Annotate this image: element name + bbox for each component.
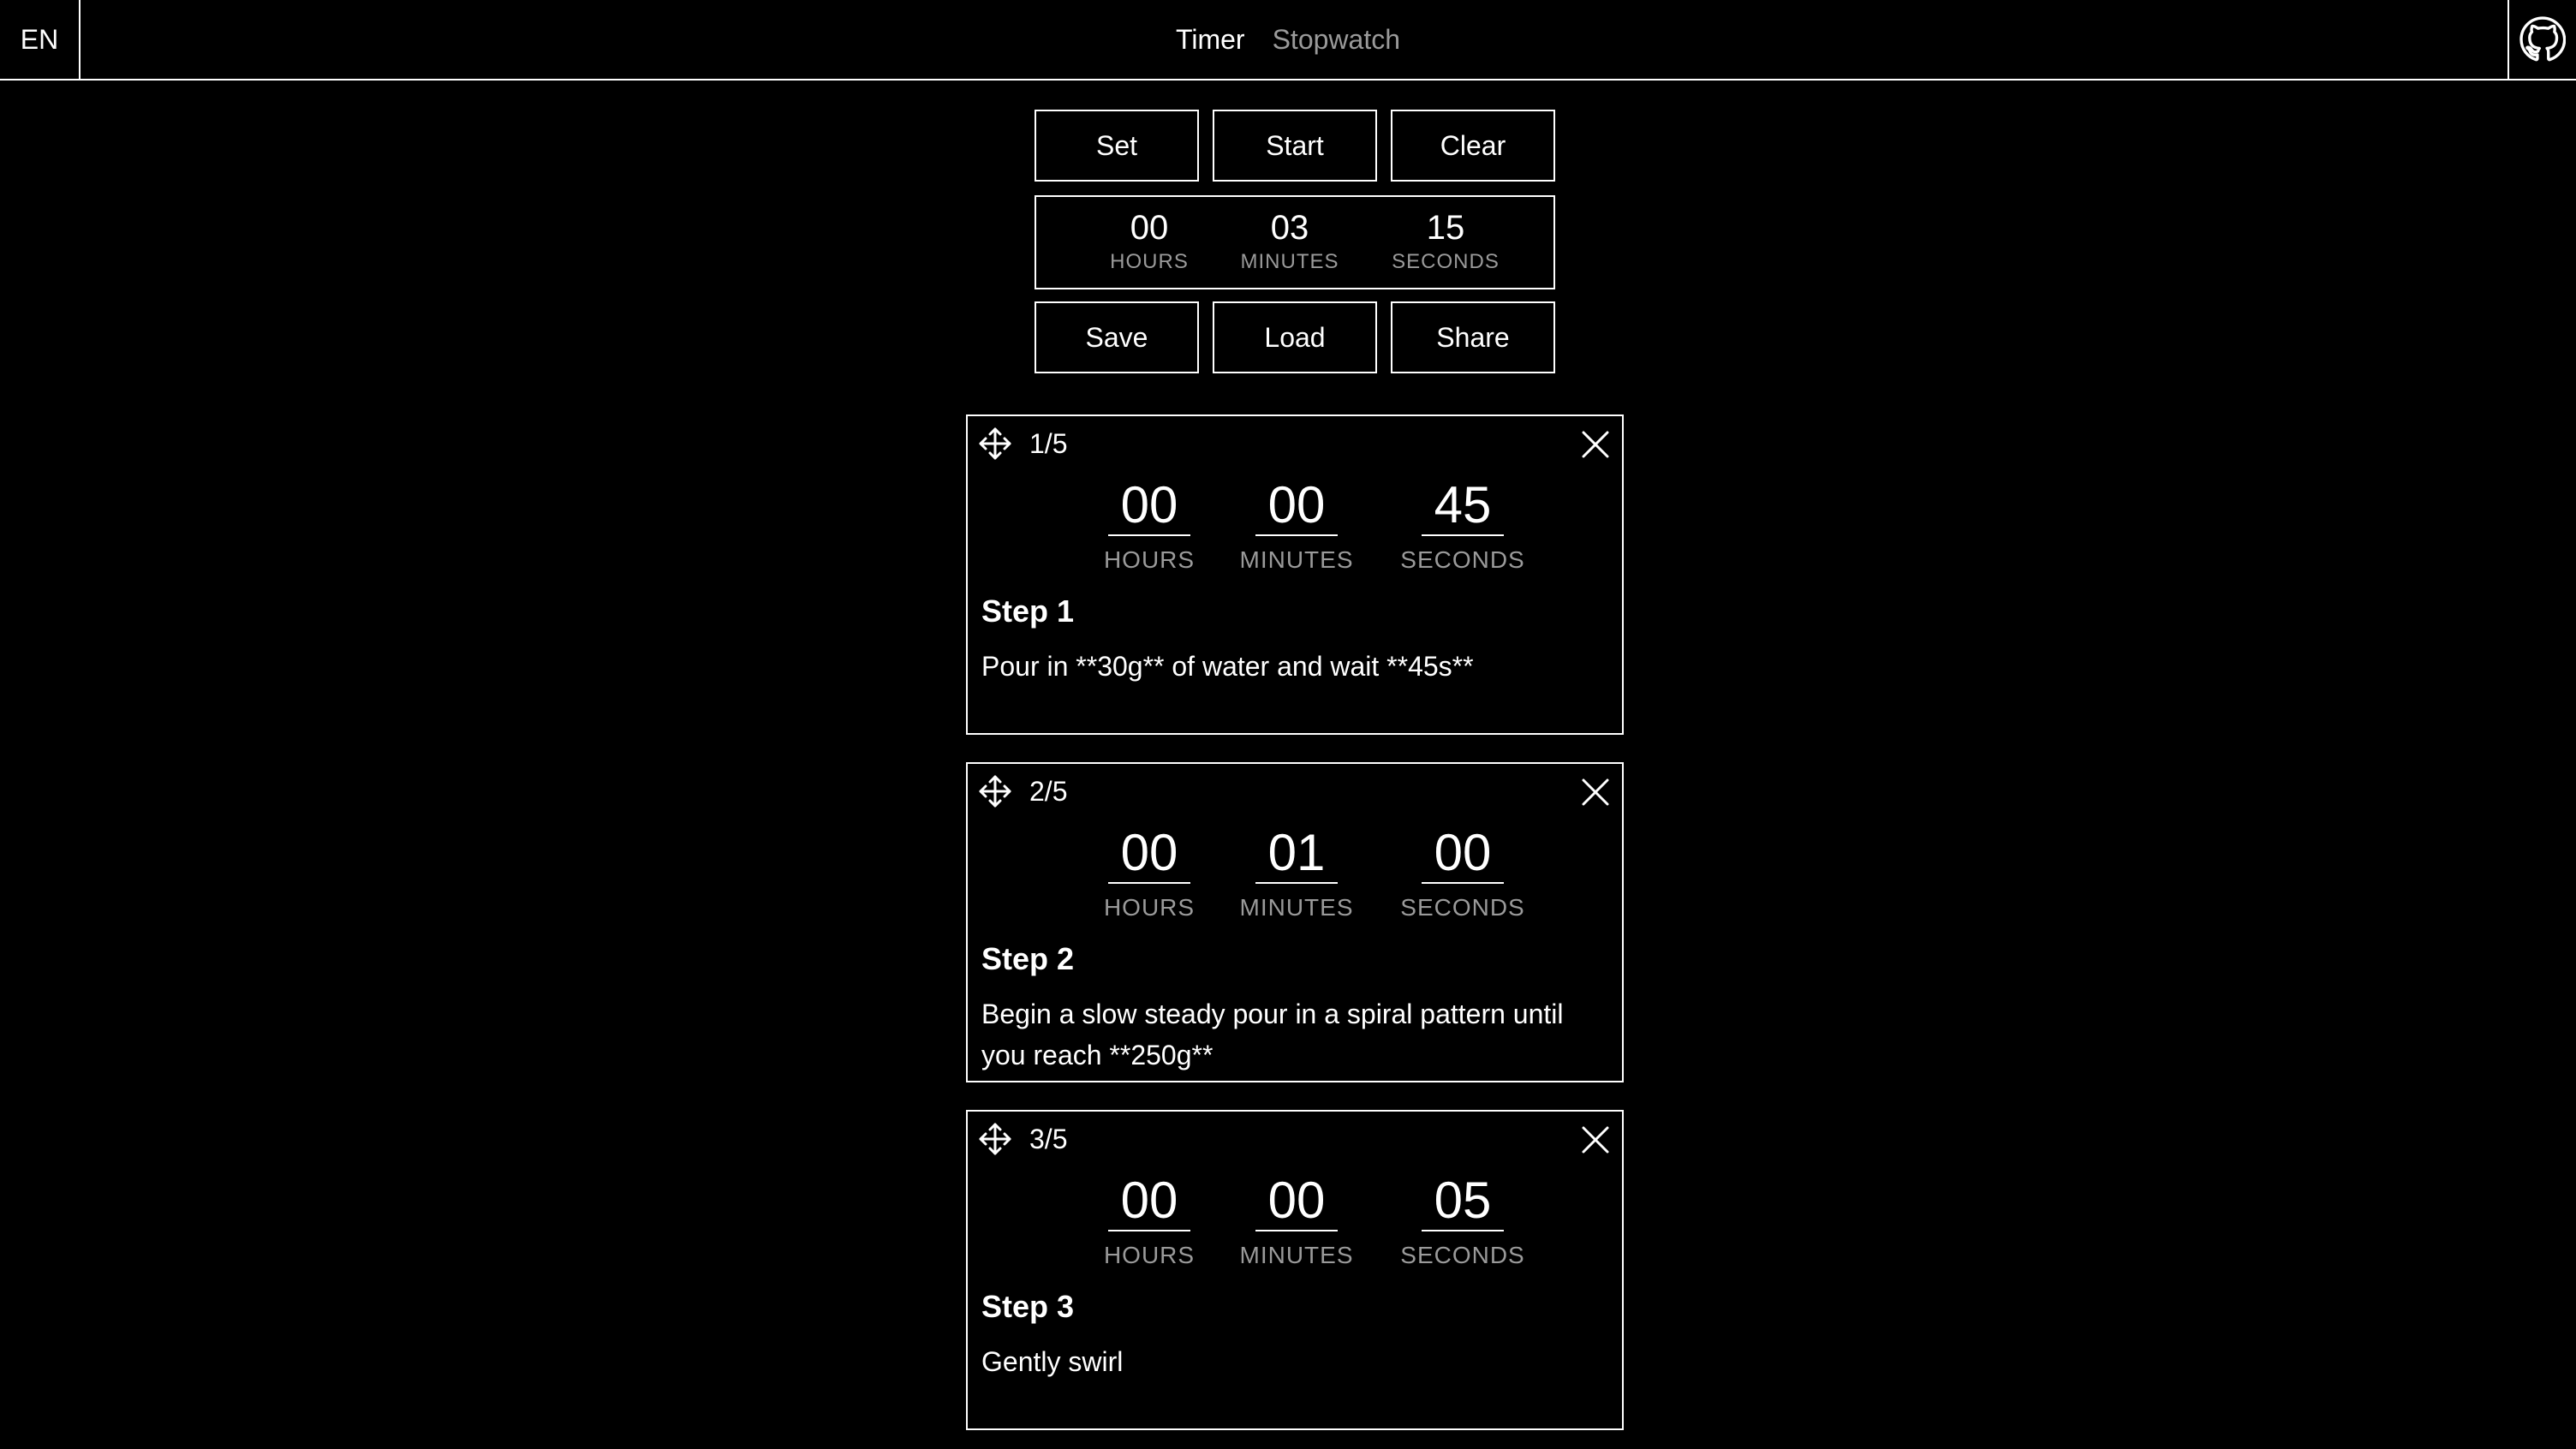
step-title[interactable]: Step 3 — [981, 1288, 1074, 1326]
load-button[interactable]: Load — [1213, 301, 1377, 373]
github-link[interactable] — [2507, 0, 2576, 79]
step-seconds-input[interactable]: 05 — [1422, 1172, 1504, 1231]
total-seconds-value: 15 — [1426, 209, 1465, 247]
step-hours: 00 HOURS — [1072, 1172, 1226, 1269]
step-position: 2/5 — [1029, 776, 1068, 807]
step-seconds: 00 SECONDS — [1386, 824, 1540, 921]
minutes-label: MINUTES — [1239, 546, 1354, 573]
save-button[interactable]: Save — [1035, 301, 1199, 373]
step-description[interactable]: Pour in **30g** of water and wait **45s*… — [981, 646, 1607, 687]
hours-label: HOURS — [1103, 546, 1196, 573]
seconds-label: SECONDS — [1400, 1242, 1525, 1268]
step-seconds: 45 SECONDS — [1386, 476, 1540, 574]
step-card: 2/5 00 HOURS 01 MINUTES 00 SECONDS Step … — [966, 762, 1624, 1082]
timer-controls: Set Start Clear — [1035, 110, 1555, 182]
total-seconds-label: SECONDS — [1392, 250, 1500, 273]
step-position: 1/5 — [1029, 428, 1068, 459]
step-seconds-input[interactable]: 45 — [1422, 476, 1504, 536]
close-icon[interactable] — [1581, 1125, 1610, 1154]
total-minutes-label: MINUTES — [1240, 250, 1339, 273]
total-hours: 00 HOURS — [1089, 206, 1209, 274]
seconds-label: SECONDS — [1400, 546, 1525, 573]
step-seconds: 05 SECONDS — [1386, 1172, 1540, 1269]
step-minutes: 00 MINUTES — [1219, 476, 1374, 574]
move-handle-icon[interactable] — [978, 774, 1012, 808]
move-handle-icon[interactable] — [978, 1122, 1012, 1156]
minutes-label: MINUTES — [1239, 894, 1354, 921]
clear-button[interactable]: Clear — [1391, 110, 1555, 182]
hours-label: HOURS — [1103, 1242, 1196, 1268]
tab-timer[interactable]: Timer — [1176, 24, 1245, 56]
move-handle-icon[interactable] — [978, 426, 1012, 461]
step-minutes: 00 MINUTES — [1219, 1172, 1374, 1269]
step-title[interactable]: Step 1 — [981, 593, 1074, 630]
minutes-label: MINUTES — [1239, 1242, 1354, 1268]
github-icon — [2519, 16, 2566, 62]
total-seconds: 15 SECONDS — [1386, 206, 1506, 274]
step-description[interactable]: Begin a slow steady pour in a spiral pat… — [981, 993, 1607, 1076]
step-hours-input[interactable]: 00 — [1108, 476, 1190, 536]
seconds-label: SECONDS — [1400, 894, 1525, 921]
top-bar: EN Timer Stopwatch — [0, 0, 2576, 80]
step-card: 1/5 00 HOURS 00 MINUTES 45 SECONDS Step … — [966, 414, 1624, 735]
tab-stopwatch[interactable]: Stopwatch — [1273, 24, 1400, 56]
total-time-display: 00 HOURS 03 MINUTES 15 SECONDS — [1035, 195, 1555, 289]
step-minutes-input[interactable]: 00 — [1255, 476, 1338, 536]
start-button[interactable]: Start — [1213, 110, 1377, 182]
total-hours-label: HOURS — [1110, 250, 1189, 273]
step-hours: 00 HOURS — [1072, 824, 1226, 921]
step-minutes-input[interactable]: 00 — [1255, 1172, 1338, 1231]
step-position: 3/5 — [1029, 1124, 1068, 1154]
total-minutes: 03 MINUTES — [1230, 206, 1350, 274]
set-button[interactable]: Set — [1035, 110, 1199, 182]
preset-controls: Save Load Share — [1035, 301, 1555, 373]
step-minutes-input[interactable]: 01 — [1255, 824, 1338, 884]
total-hours-value: 00 — [1130, 209, 1169, 247]
step-card: 3/5 00 HOURS 00 MINUTES 05 SECONDS Step … — [966, 1110, 1624, 1430]
step-hours-input[interactable]: 00 — [1108, 824, 1190, 884]
step-description[interactable]: Gently swirl — [981, 1341, 1607, 1382]
step-minutes: 01 MINUTES — [1219, 824, 1374, 921]
step-title[interactable]: Step 2 — [981, 940, 1074, 978]
step-hours: 00 HOURS — [1072, 476, 1226, 574]
mode-tabs: Timer Stopwatch — [0, 0, 2576, 79]
step-hours-input[interactable]: 00 — [1108, 1172, 1190, 1231]
share-button[interactable]: Share — [1391, 301, 1555, 373]
close-icon[interactable] — [1581, 430, 1610, 459]
hours-label: HOURS — [1103, 894, 1196, 921]
total-minutes-value: 03 — [1270, 209, 1309, 247]
close-icon[interactable] — [1581, 778, 1610, 807]
step-seconds-input[interactable]: 00 — [1422, 824, 1504, 884]
